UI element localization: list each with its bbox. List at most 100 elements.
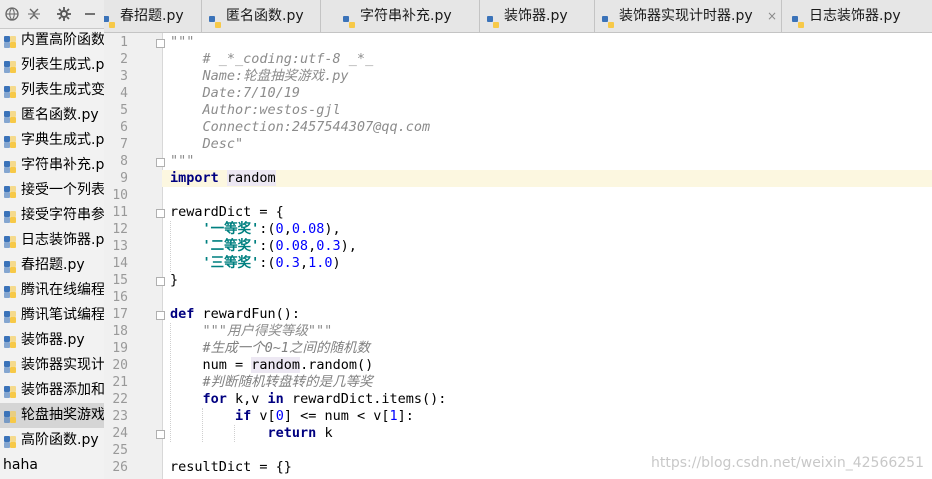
hide-icon[interactable] xyxy=(80,4,100,24)
python-file-icon xyxy=(104,9,116,28)
line-number: 16 xyxy=(112,290,128,305)
code-line[interactable]: """ xyxy=(170,153,932,170)
code-line[interactable]: for k,v in rewardDict.items(): xyxy=(170,391,932,408)
file-label: 字符串补充.py xyxy=(21,157,105,173)
code-line[interactable]: rewardDict = { xyxy=(170,204,932,221)
file-item[interactable]: 内置高阶函数.py xyxy=(0,28,104,53)
code-line[interactable]: Date:7/10/19 xyxy=(170,85,932,102)
file-item[interactable]: 腾讯在线编程.py xyxy=(0,278,104,303)
fold-marker-icon[interactable] xyxy=(156,430,165,439)
python-file-icon xyxy=(3,233,17,248)
line-number: 9 xyxy=(120,171,128,186)
file-item[interactable]: 字典生成式.py xyxy=(0,128,104,153)
tab-label: 日志装饰器.py xyxy=(809,8,901,24)
code-line[interactable]: } xyxy=(170,272,932,289)
python-file-icon xyxy=(3,183,17,198)
line-number: 6 xyxy=(120,120,128,135)
line-number: 4 xyxy=(120,86,128,101)
code-line[interactable]: num = random.random() xyxy=(170,357,932,374)
file-item[interactable]: 春招题.py xyxy=(0,253,104,278)
python-file-icon xyxy=(3,433,17,448)
gear-icon[interactable] xyxy=(54,4,74,24)
tab-decorator-timer[interactable]: 装饰器实现计时器.py × xyxy=(595,0,782,32)
file-item[interactable]: 腾讯笔试编程.py xyxy=(0,303,104,328)
file-item[interactable]: 字符串补充.py xyxy=(0,153,104,178)
indent-guide xyxy=(170,323,171,442)
line-number: 10 xyxy=(112,188,128,203)
python-file-icon xyxy=(3,308,17,323)
fold-marker-icon[interactable] xyxy=(156,209,165,218)
code-line[interactable]: """用户得奖等级""" xyxy=(170,323,932,340)
tab-label: 装饰器实现计时器.py xyxy=(619,8,753,24)
file-label: 春招题.py xyxy=(21,257,85,273)
file-item-selected[interactable]: 轮盘抽奖游戏.py xyxy=(0,403,104,428)
code-line[interactable]: return k xyxy=(170,425,932,442)
fold-marker-icon[interactable] xyxy=(156,311,165,320)
tab-label: 字符串补充.py xyxy=(360,8,452,24)
line-number: 8 xyxy=(120,154,128,169)
code-line[interactable] xyxy=(170,289,932,306)
file-item[interactable]: 装饰器添加和.py xyxy=(0,378,104,403)
code-line[interactable]: '一等奖':(0,0.08), xyxy=(170,221,932,238)
file-label: 装饰器添加和.py xyxy=(21,382,105,398)
globe-icon[interactable] xyxy=(2,4,22,24)
python-file-icon xyxy=(3,108,17,123)
code-line[interactable]: def rewardFun(): xyxy=(170,306,932,323)
file-label: 列表生成式变形.py xyxy=(21,82,105,98)
python-file-icon xyxy=(601,9,615,28)
tab-anonymous-function[interactable]: 匿名函数.py xyxy=(202,0,321,32)
tab-chunzhaoti[interactable]: 春招题.py xyxy=(104,0,202,32)
code-line[interactable]: #生成一个0~1之间的随机数 xyxy=(170,340,932,357)
code-line[interactable]: '三等奖':(0.3,1.0) xyxy=(170,255,932,272)
file-item[interactable]: 列表生成式变形.py xyxy=(0,78,104,103)
code-line[interactable]: Connection:2457544307@qq.com xyxy=(170,119,932,136)
python-file-icon xyxy=(3,258,17,273)
code-line[interactable]: import random xyxy=(162,170,932,187)
indent-guide xyxy=(170,221,171,272)
line-number: 11 xyxy=(112,205,128,220)
collapse-icon[interactable] xyxy=(24,4,44,24)
file-item[interactable]: 匿名函数.py xyxy=(0,103,104,128)
code-line[interactable]: if v[0] <= num < v[1]: xyxy=(170,408,932,425)
code-line[interactable]: #判断随机转盘转的是几等奖 xyxy=(170,374,932,391)
python-file-icon xyxy=(208,9,222,28)
tab-log-decorator[interactable]: 日志装饰器.py xyxy=(785,0,932,32)
python-file-icon xyxy=(3,158,17,173)
python-file-icon xyxy=(3,333,17,348)
python-file-icon xyxy=(342,9,356,28)
tab-decorator[interactable]: 装饰器.py xyxy=(480,0,595,32)
code-line[interactable]: # _*_coding:utf-8 _*_ xyxy=(170,51,932,68)
file-label: 装饰器.py xyxy=(21,332,85,348)
python-file-icon xyxy=(3,383,17,398)
code-line[interactable]: '二等奖':(0.08,0.3), xyxy=(170,238,932,255)
fold-marker-icon[interactable] xyxy=(156,277,165,286)
editor-tab-bar: 春招题.py 匿名函数.py 字符串补充.py 装饰器.py 装饰器实现计时器.… xyxy=(104,0,932,33)
file-item[interactable]: 接受字符串参数.py xyxy=(0,203,104,228)
code-line[interactable]: Name:轮盘抽奖游戏.py xyxy=(170,68,932,85)
code-line[interactable]: Desc" xyxy=(170,136,932,153)
folder-item[interactable]: haha xyxy=(0,453,104,478)
code-editor[interactable]: 1 2 3 4 5 6 7 8 9 10 11 12 13 14 15 16 17 18 19 20 21 22 23 24 2… xyxy=(104,33,932,479)
file-label: 接受字符串参数.py xyxy=(21,207,105,223)
tab-string-supplement[interactable]: 字符串补充.py xyxy=(336,0,480,32)
file-item[interactable]: 日志装饰器.py xyxy=(0,228,104,253)
file-label: 日志装饰器.py xyxy=(21,232,105,248)
code-line[interactable]: Author:westos-gjl xyxy=(170,102,932,119)
file-label: 匿名函数.py xyxy=(21,107,99,123)
file-item[interactable]: 装饰器实现计时器.py xyxy=(0,353,104,378)
fold-marker-icon[interactable] xyxy=(156,158,165,167)
file-item[interactable]: 接受一个列表.py xyxy=(0,178,104,203)
file-label: 轮盘抽奖游戏.py xyxy=(21,407,105,423)
file-item[interactable]: 高阶函数.py xyxy=(0,428,104,453)
python-file-icon xyxy=(3,133,17,148)
line-number: 1 xyxy=(120,35,128,50)
code-line[interactable] xyxy=(170,187,932,204)
fold-marker-icon[interactable] xyxy=(156,39,165,48)
indent-guide xyxy=(234,425,235,442)
file-item[interactable]: 列表生成式.py xyxy=(0,53,104,78)
file-item[interactable]: 装饰器.py xyxy=(0,328,104,353)
python-file-icon xyxy=(3,58,17,73)
code-line[interactable]: """ xyxy=(170,34,932,51)
folder-label: haha xyxy=(3,457,38,473)
close-icon[interactable]: × xyxy=(767,0,777,32)
